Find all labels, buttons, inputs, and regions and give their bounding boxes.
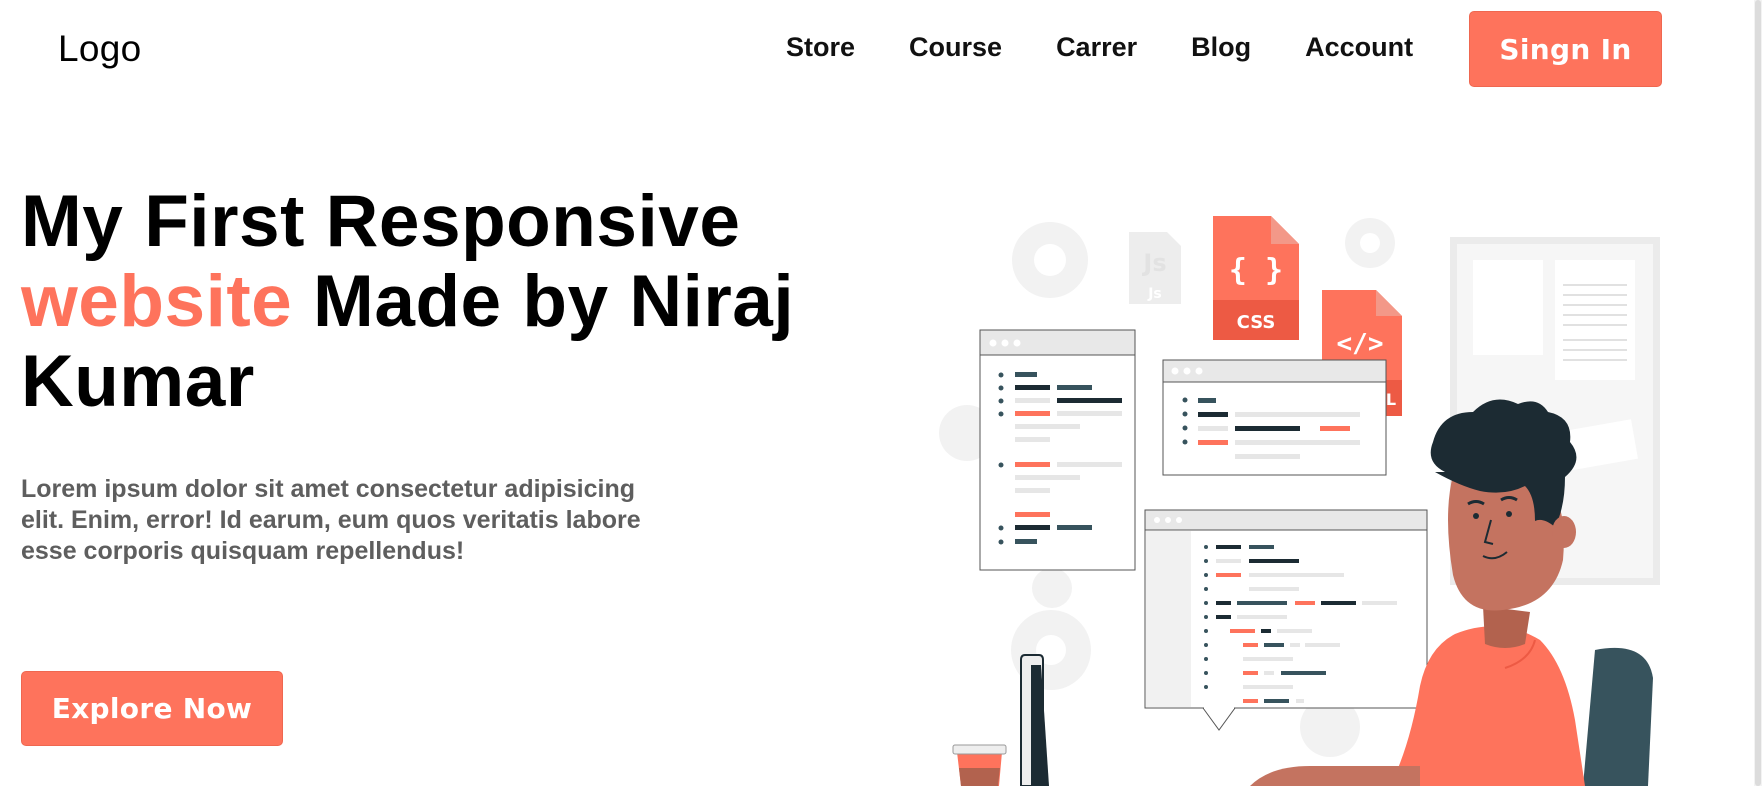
gear-icon <box>1012 222 1088 298</box>
js-file-faint-label: Js <box>1141 249 1166 277</box>
code-window-large <box>1144 509 1428 731</box>
nav-link-carrer[interactable]: Carrer <box>1056 32 1137 63</box>
css-file-label: CSS <box>1237 312 1276 333</box>
note-card <box>1473 260 1543 355</box>
coffee-cup <box>952 744 1007 786</box>
explore-now-button[interactable]: Explore Now <box>21 671 283 746</box>
nav-link-store[interactable]: Store <box>786 32 855 63</box>
code-window-middle <box>1162 359 1387 476</box>
code-window-left <box>979 329 1136 571</box>
developer-illustration: Js Js { } CSS </> ML <box>939 216 1660 786</box>
hero-title: My First Responsive website Made by Niraj… <box>21 182 801 422</box>
nav-link-blog[interactable]: Blog <box>1191 32 1251 63</box>
hero-description: Lorem ipsum dolor sit amet consectetur a… <box>21 475 641 565</box>
office-chair <box>1583 647 1653 786</box>
note-card <box>1555 260 1635 380</box>
main-nav: Store Course Carrer Blog Account <box>786 32 1413 63</box>
sign-in-button[interactable]: Singn In <box>1469 11 1662 87</box>
css-file-braces: { } <box>1229 253 1283 288</box>
site-logo[interactable]: Logo <box>58 28 142 70</box>
page-scrollbar[interactable] <box>1754 0 1762 786</box>
nav-link-account[interactable]: Account <box>1305 32 1413 63</box>
js-file-icon: Js Js <box>1129 232 1181 304</box>
gear-icon <box>1345 218 1395 268</box>
hero-title-line1: My First Responsive <box>21 181 741 262</box>
hero-title-accent: website <box>21 261 293 342</box>
nav-link-course[interactable]: Course <box>909 32 1002 63</box>
gear-icon <box>1032 568 1072 608</box>
scrollbar-thumb[interactable] <box>1755 0 1761 786</box>
html-file-tag: </> <box>1337 329 1384 359</box>
css-file-icon: { } CSS <box>1213 216 1299 340</box>
js-file-label: Js <box>1147 286 1162 302</box>
